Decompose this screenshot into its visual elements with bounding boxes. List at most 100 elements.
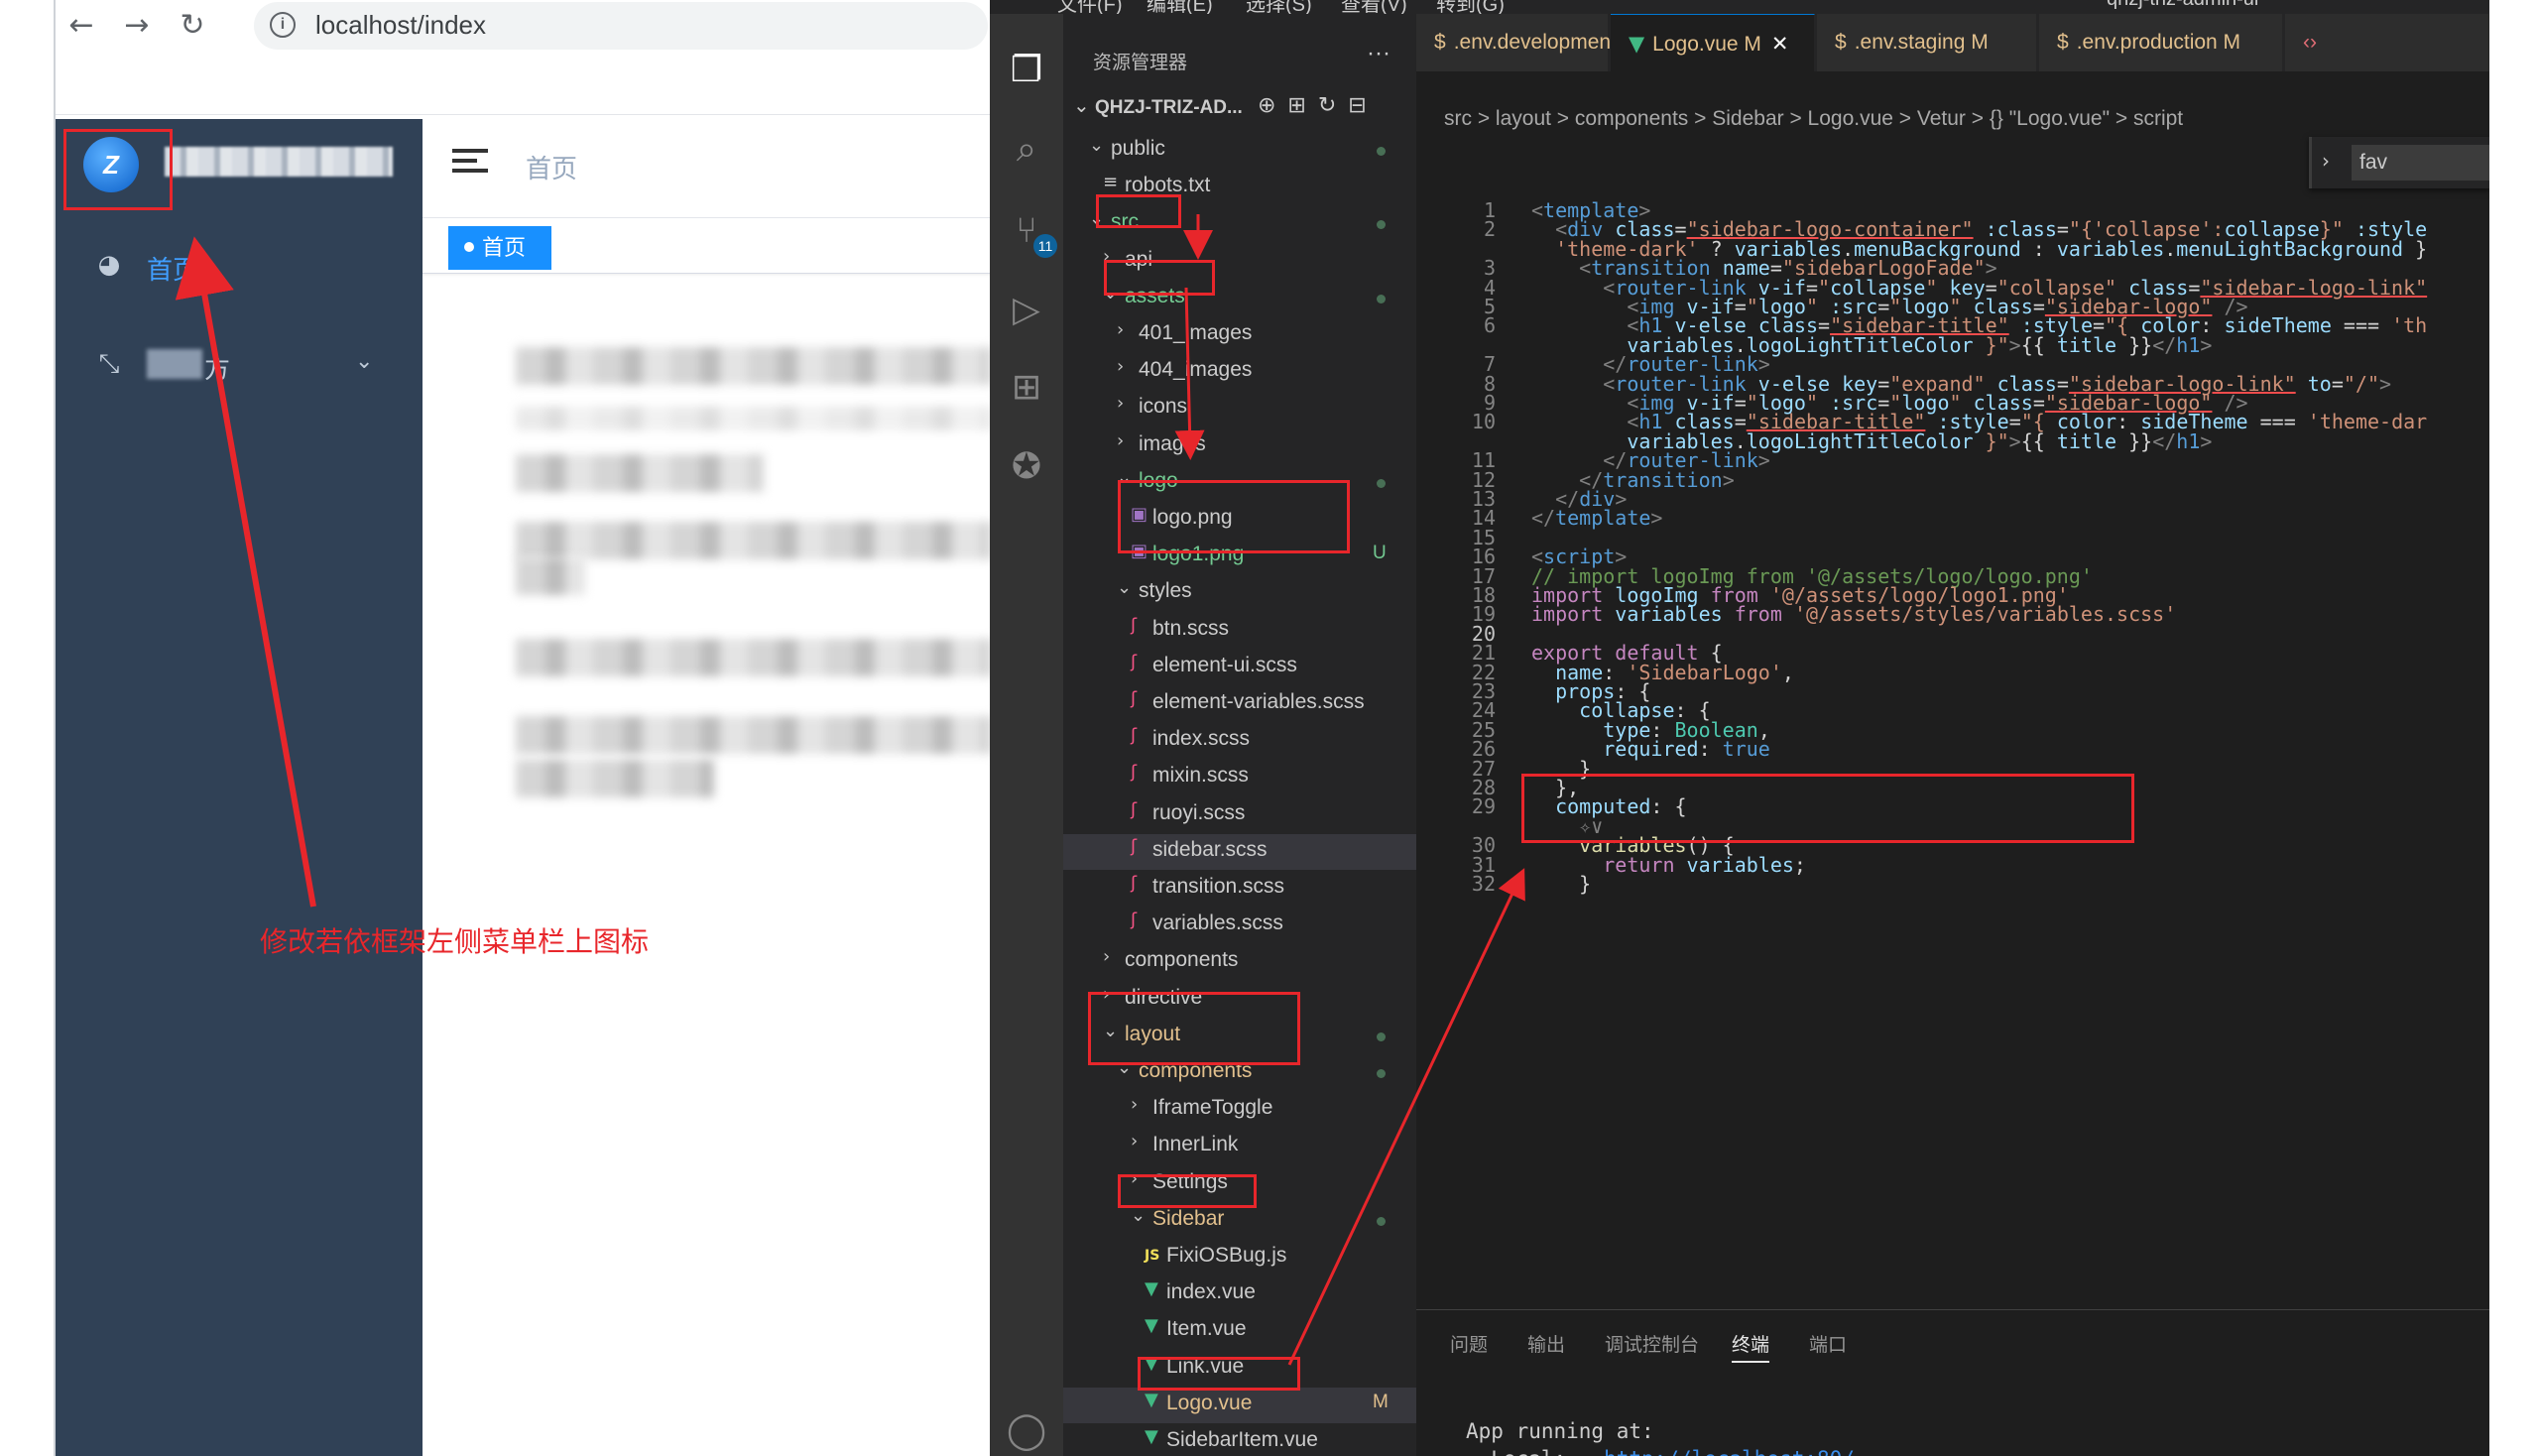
close-icon[interactable]: ✕ [1771, 32, 1789, 56]
tree-item[interactable]: ⌄ Sidebar [1063, 1203, 1416, 1239]
more-actions-icon[interactable]: ··· [1367, 40, 1390, 67]
search-icon[interactable]: ⌕ [1004, 127, 1049, 173]
tree-item[interactable]: › 404_images [1063, 354, 1416, 390]
chevron-right-icon[interactable]: › [2322, 149, 2330, 173]
panel-tab-output[interactable]: 输出 [1527, 1330, 1565, 1357]
terminal-link[interactable]: http://localhost:80/ [1604, 1447, 1855, 1456]
account-icon[interactable]: ◯ [1004, 1408, 1049, 1454]
menu-item[interactable]: 文件(F) [1057, 0, 1123, 14]
tree-item[interactable]: ʃ index.scss [1063, 723, 1416, 759]
tab-label: .env.staging M [1854, 31, 1989, 54]
vue-file-icon: ▼ [1145, 1278, 1158, 1300]
terminal-line: - Local: http://localhost:80/ [1466, 1447, 1855, 1456]
url-text: localhost/index [315, 10, 486, 40]
tab-env-staging[interactable]: $ .env.staging M [1817, 14, 2037, 71]
tree-item-label: public [1111, 137, 1165, 160]
tags-view: 首页 [423, 218, 990, 274]
scss-file-icon: ʃ [1131, 651, 1138, 672]
chevron-down-icon: ⌄ [1073, 93, 1090, 117]
hamburger-icon[interactable] [452, 149, 488, 179]
tree-item[interactable]: › images [1063, 428, 1416, 464]
editor-breadcrumb[interactable]: src > layout > components > Sidebar > Lo… [1444, 107, 2183, 131]
tree-item[interactable]: › 401_images [1063, 317, 1416, 353]
blurred-row [516, 407, 990, 430]
remote-icon[interactable]: ✪ [1004, 444, 1049, 490]
panel-tab-ports[interactable]: 端口 [1809, 1330, 1847, 1357]
chevron-down-icon: ⌄ [355, 349, 374, 374]
find-input-text: fav [2359, 151, 2388, 174]
reload-icon[interactable]: ↻ [173, 6, 212, 46]
menu-item[interactable]: 编辑(E) [1147, 0, 1213, 14]
tree-item[interactable]: ʃ element-variables.scss [1063, 686, 1416, 722]
tab-logo-vue[interactable]: ▼ Logo.vue M ✕ [1611, 14, 1815, 71]
tree-item[interactable]: › icons [1063, 391, 1416, 426]
code-line[interactable]: </template> [1531, 506, 1662, 530]
scss-file-icon: ʃ [1131, 910, 1138, 931]
tree-item[interactable]: ▼ SidebarItem.vue [1063, 1424, 1416, 1456]
code-line[interactable]: import variables from '@/assets/styles/v… [1531, 602, 2176, 626]
chevron-right-icon: › [1117, 356, 1125, 378]
menu-item[interactable]: 查看(V) [1341, 0, 1407, 14]
panel-tab-terminal[interactable]: 终端 [1732, 1330, 1770, 1363]
tree-item[interactable]: ▼ index.vue [1063, 1276, 1416, 1312]
tab-overflow[interactable]: ‹› [2285, 14, 2489, 71]
menu-item[interactable]: 选择(S) [1246, 0, 1312, 14]
panel-tab-debug-console[interactable]: 调试控制台 [1605, 1330, 1699, 1357]
explorer-actions-icons[interactable]: ⊕⊞↻⊟ [1258, 93, 1379, 118]
site-info-icon[interactable]: i [270, 12, 296, 38]
tree-item[interactable]: JS FixiOSBug.js [1063, 1240, 1416, 1275]
address-bar[interactable]: i localhost/index [254, 2, 988, 50]
scss-file-icon: ʃ [1131, 873, 1138, 894]
tree-item[interactable]: ʃ transition.scss [1063, 871, 1416, 907]
chevron-right-icon: › [1117, 319, 1125, 340]
back-icon[interactable]: ← [61, 6, 101, 46]
scss-file-icon: ʃ [1131, 835, 1138, 857]
tree-item[interactable]: ʃ ruoyi.scss [1063, 797, 1416, 833]
tree-item[interactable]: › components [1063, 944, 1416, 980]
tree-item[interactable]: ⌄ public [1063, 133, 1416, 169]
tag-home[interactable]: 首页 [448, 226, 551, 270]
app-title-blurred [165, 147, 393, 177]
sidebar-item-2[interactable]: ⤡ 方 ⌄ [56, 335, 423, 395]
highlight-box [1138, 1357, 1300, 1391]
highlight-box [1118, 480, 1350, 553]
tab-label: .env.production M [2076, 31, 2241, 54]
tree-item[interactable]: ʃ sidebar.scss [1063, 833, 1416, 870]
code-line[interactable]: } [1531, 872, 1591, 896]
breadcrumb[interactable]: 首页 [526, 149, 577, 185]
tree-item[interactable]: ▼ Item.vue [1063, 1313, 1416, 1349]
tree-item[interactable]: › IframeToggle [1063, 1092, 1416, 1128]
tree-item[interactable]: › InnerLink [1063, 1129, 1416, 1164]
tree-item[interactable]: ⌄ styles [1063, 575, 1416, 611]
menu-item[interactable]: 转到(G) [1436, 0, 1505, 14]
tree-item[interactable]: ʃ variables.scss [1063, 908, 1416, 943]
project-root[interactable]: ⌄ QHZJ-TRIZ-AD... ⊕⊞↻⊟ [1063, 93, 1416, 125]
tree-item[interactable]: ʃ btn.scss [1063, 613, 1416, 649]
highlight-box [1104, 260, 1215, 296]
tab-env-production[interactable]: $ .env.production M [2039, 14, 2283, 71]
explorer-icon[interactable]: ❐ [1004, 48, 1049, 93]
tree-item[interactable]: ʃ element-ui.scss [1063, 650, 1416, 685]
sidebar-item-home[interactable]: ◕ 首页 [56, 236, 423, 296]
panel-tab-problems[interactable]: 问题 [1450, 1330, 1488, 1357]
git-status-badge: U [1373, 543, 1387, 564]
code-editor[interactable]: 1 <template> 2 <div class="sidebar-logo-co… [1416, 198, 2489, 1309]
tree-item-label: components [1125, 948, 1239, 972]
tab-env-development[interactable]: $ .env.development M [1416, 14, 1639, 71]
terminal-text: - Local: [1466, 1447, 1604, 1456]
highlight-box [1088, 992, 1300, 1065]
tree-item[interactable]: ▼ Logo.vue M [1063, 1387, 1416, 1423]
dashboard-icon: ◕ [97, 250, 121, 280]
run-debug-icon[interactable]: ▷ [1004, 288, 1049, 333]
blurred-row [516, 522, 990, 559]
scss-file-icon: ʃ [1131, 798, 1138, 820]
source-control-icon[interactable]: ⑂ 11 [1004, 208, 1057, 258]
tree-item[interactable]: ʃ mixin.scss [1063, 760, 1416, 795]
forward-icon[interactable]: → [117, 6, 157, 46]
extensions-icon[interactable]: ⊞ [1004, 365, 1049, 411]
tree-item-label: images [1139, 431, 1206, 455]
line-number: 29 [1471, 794, 1496, 819]
app-sidebar: Z ◕ 首页 ⤡ 方 ⌄ [56, 119, 423, 1456]
blurred-row [516, 454, 764, 492]
scm-badge: 11 [1033, 234, 1057, 258]
